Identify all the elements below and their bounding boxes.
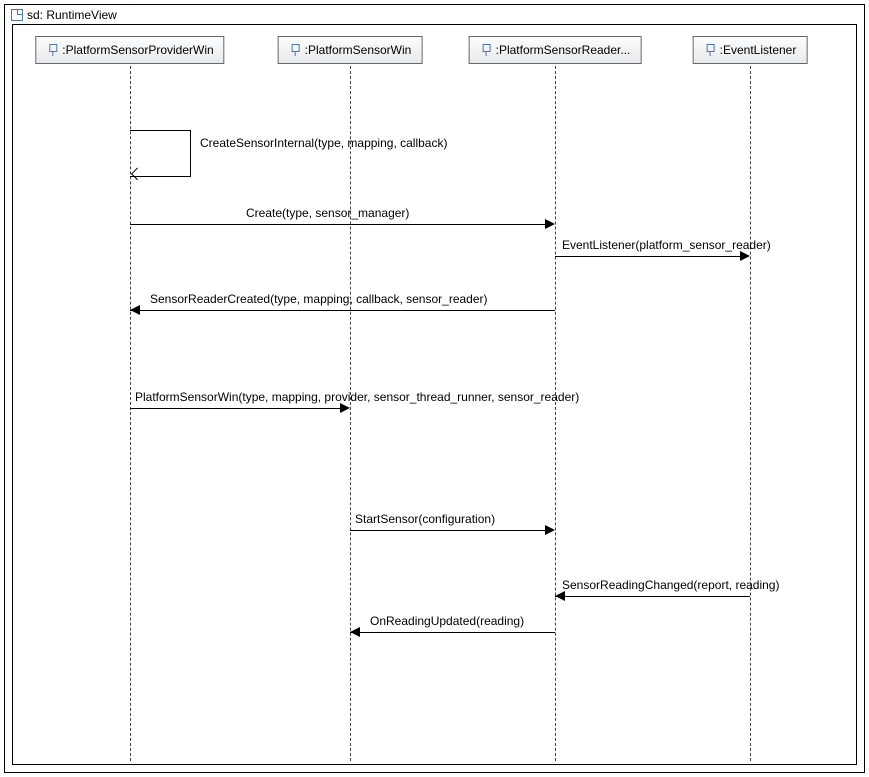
lifeline-line <box>750 66 751 761</box>
frame-title: sd: RuntimeView <box>27 8 117 22</box>
msg-create-internal: CreateSensorInternal(type, mapping, call… <box>200 136 447 152</box>
lifeline-icon <box>46 44 58 56</box>
msg-sensor-reading-changed: SensorReadingChanged(report, reading) <box>562 578 779 594</box>
msg-on-reading-updated: OnReadingUpdated(reading) <box>370 614 524 630</box>
lifeline-label: :PlatformSensorWin <box>305 43 412 57</box>
msg-create: Create(type, sensor_manager) <box>246 206 409 222</box>
lifeline-line <box>555 66 556 761</box>
lifeline-sensor: :PlatformSensorWin <box>278 36 423 64</box>
msg-event-listener: EventListener(platform_sensor_reader) <box>562 238 771 254</box>
lifeline-label: :PlatformSensorProviderWin <box>62 43 213 57</box>
frame-icon <box>11 9 23 21</box>
arrow-line <box>350 632 555 633</box>
arrow-line <box>555 256 740 257</box>
msg-sensor-reader-created: SensorReaderCreated(type, mapping, callb… <box>150 292 488 308</box>
lifeline-provider: :PlatformSensorProviderWin <box>35 36 224 64</box>
arrow-head <box>350 627 360 637</box>
sequence-diagram-frame: sd: RuntimeView :PlatformSensorProviderW… <box>0 0 869 777</box>
lifeline-label: :EventListener <box>720 43 797 57</box>
arrow-head <box>545 219 555 229</box>
arrow-line <box>555 596 750 597</box>
arrow-head <box>545 525 555 535</box>
arrow-line <box>130 408 340 409</box>
lifeline-label: :PlatformSensorReader... <box>496 43 631 57</box>
arrow-head <box>130 305 140 315</box>
lifeline-reader: :PlatformSensorReader... <box>469 36 642 64</box>
arrow-line <box>130 310 555 311</box>
arrow-line <box>130 224 545 225</box>
frame-tab: sd: RuntimeView <box>4 4 134 25</box>
lifeline-icon <box>704 44 716 56</box>
lifeline-icon <box>480 44 492 56</box>
lifeline-icon <box>289 44 301 56</box>
lifeline-listener: :EventListener <box>693 36 808 64</box>
lifeline-line <box>350 66 351 761</box>
msg-platform-sensor-win: PlatformSensorWin(type, mapping, provide… <box>135 390 579 406</box>
msg-start-sensor: StartSensor(configuration) <box>355 512 495 528</box>
arrow-line <box>350 530 545 531</box>
